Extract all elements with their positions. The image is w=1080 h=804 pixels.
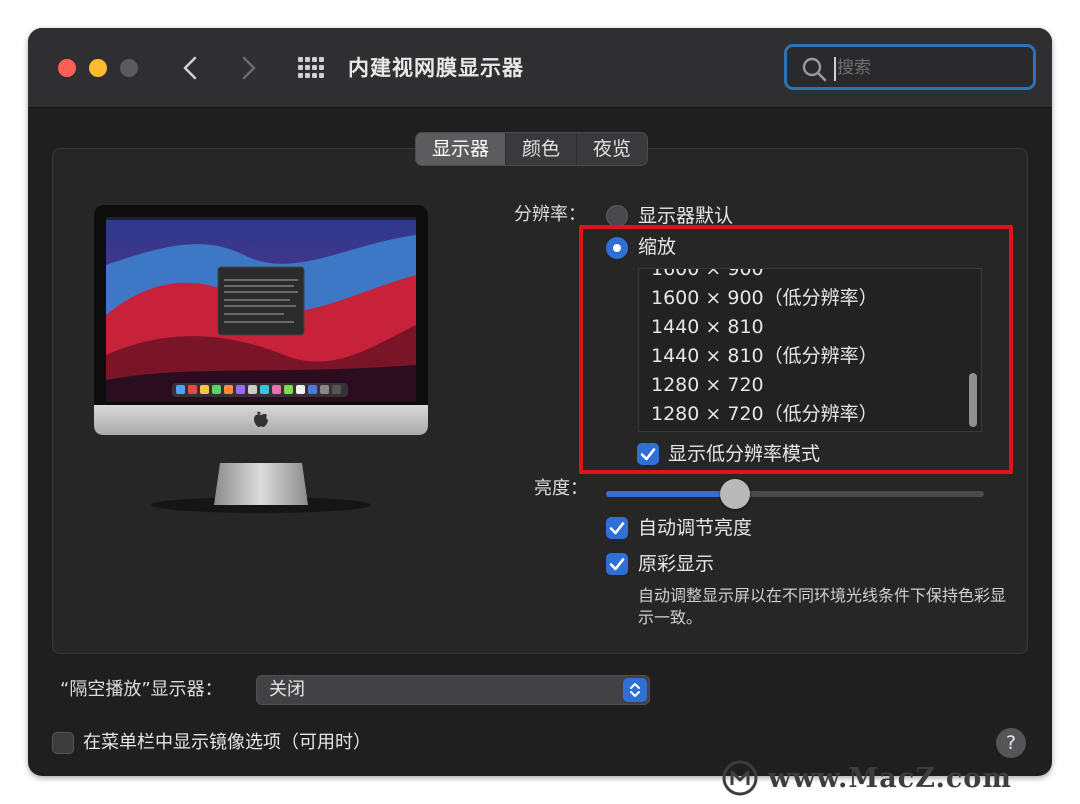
up-down-chevron-icon — [630, 683, 640, 697]
mirror-options-label: 在菜单栏中显示镜像选项（可用时） — [83, 732, 371, 753]
forward-button[interactable] — [233, 52, 263, 84]
close-button[interactable] — [58, 59, 76, 77]
minimize-button[interactable] — [89, 59, 107, 77]
true-tone-label: 原彩显示 — [638, 553, 715, 575]
search-field[interactable] — [784, 44, 1036, 90]
checkmark-icon — [609, 522, 625, 535]
select-stepper — [623, 678, 647, 702]
back-button[interactable] — [176, 52, 206, 84]
title-bar: 内建视网膜显示器 — [28, 28, 1052, 108]
window-title: 内建视网膜显示器 — [348, 56, 524, 80]
airplay-display-select[interactable]: 关闭 — [256, 675, 650, 705]
search-input[interactable] — [837, 53, 1027, 83]
brightness-slider-track[interactable] — [606, 491, 984, 497]
mirror-options-checkbox[interactable] — [52, 732, 74, 754]
true-tone-checkbox[interactable] — [606, 553, 628, 575]
imac-illustration — [94, 205, 428, 513]
true-tone-description: 自动调整显示屏以在不同环境光线条件下保持色彩显示一致。 — [638, 586, 1007, 627]
watermark: www.MacZ.com — [722, 758, 1012, 798]
brightness-slider-fill — [606, 491, 735, 497]
text-caret — [834, 57, 836, 81]
tab-night-shift[interactable]: 夜览 — [577, 133, 647, 165]
checkmark-icon — [609, 558, 625, 571]
watermark-text: www.MacZ.com — [768, 762, 1012, 794]
brightness-slider-knob[interactable] — [719, 479, 750, 509]
airplay-display-label: “隔空播放”显示器： — [60, 679, 223, 700]
auto-brightness-label: 自动调节亮度 — [638, 517, 753, 539]
auto-brightness-checkbox[interactable] — [606, 517, 628, 539]
help-button[interactable]: ? — [996, 728, 1026, 758]
system-preferences-window: 内建视网膜显示器 显示器 颜色 夜览 — [28, 28, 1052, 776]
highlight-annotation-box — [579, 225, 1013, 474]
show-all-grid-icon[interactable] — [296, 54, 326, 82]
radio-default-resolution[interactable] — [606, 205, 628, 227]
segmented-tabs: 显示器 颜色 夜览 — [415, 132, 649, 166]
search-icon — [802, 57, 827, 82]
chevron-right-icon — [242, 56, 256, 80]
resolution-label: 分辨率： — [514, 204, 586, 225]
tab-color[interactable]: 颜色 — [506, 133, 578, 165]
tab-display[interactable]: 显示器 — [416, 133, 507, 165]
macz-logo-icon — [722, 760, 758, 796]
brightness-label: 亮度： — [534, 478, 588, 499]
airplay-display-value: 关闭 — [269, 679, 305, 700]
chevron-left-icon — [183, 56, 197, 80]
zoom-button[interactable] — [120, 59, 138, 77]
